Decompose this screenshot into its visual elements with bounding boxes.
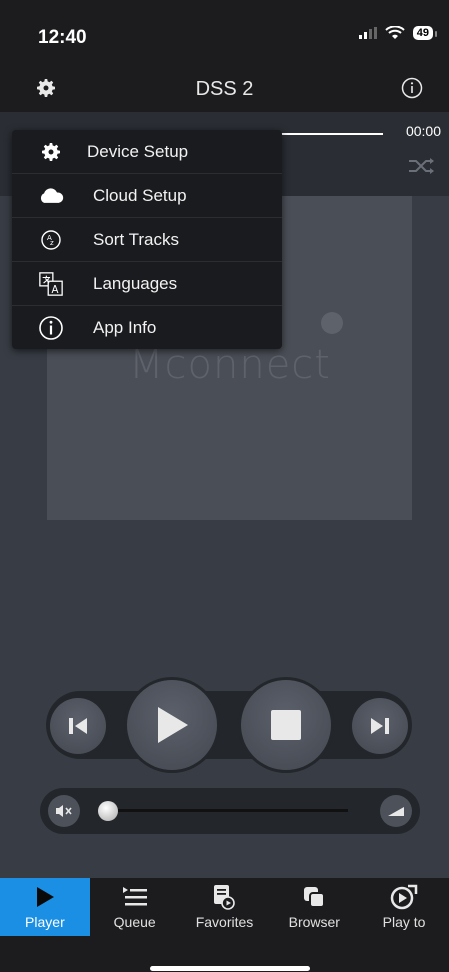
app-header: DSS 2 [0,70,449,112]
tab-play-to[interactable]: Play to [359,878,449,936]
volume-bar [40,788,420,834]
menu-item-label: App Info [93,318,157,337]
queue-icon [90,884,180,910]
status-icons: 49 [358,26,438,40]
stop-button[interactable] [241,680,331,770]
menu-item-app-info[interactable]: App Info [12,306,282,350]
svg-text:z: z [50,239,54,247]
cloud-icon [38,183,64,209]
sort-az-icon: A z [38,227,64,253]
signal-icon [358,27,377,39]
mconnect-logo: Mconnect [47,342,412,397]
svg-text:A: A [51,284,58,295]
tab-label: Browser [288,914,340,930]
shuffle-icon[interactable] [407,156,437,181]
tab-queue[interactable]: Queue [90,878,180,936]
time-end: 00:00 [405,123,441,139]
tab-label: Favorites [195,914,254,930]
menu-item-label: Languages [93,273,178,293]
previous-button[interactable] [50,698,106,754]
favorites-icon [180,884,270,910]
tab-browser[interactable]: Browser [269,878,359,936]
volume-max-button[interactable] [380,795,412,827]
status-bar: 12:40 49 [0,0,449,70]
mute-button[interactable] [48,795,80,827]
menu-item-label: Cloud Setup [93,185,187,205]
battery-indicator: 49 [412,26,438,40]
browser-icon [269,884,359,910]
player-icon [0,884,90,910]
previous-icon [69,718,87,734]
home-indicator-area [0,936,449,972]
tab-label: Player [25,914,65,930]
info-icon [38,315,64,341]
volume-thumb[interactable] [98,801,118,821]
volume-up-icon [388,807,404,816]
bottom-tab-bar: Player Queue Favorites Browser Play to [0,878,449,936]
volume-track[interactable] [98,809,348,812]
menu-item-languages[interactable]: A Languages [12,262,282,306]
tab-favorites[interactable]: Favorites [180,878,270,936]
transport-controls [46,676,412,774]
menu-item-sort-tracks[interactable]: A z Sort Tracks [12,218,282,262]
mute-icon [56,805,72,817]
next-button[interactable] [352,698,408,754]
menu-item-label: Sort Tracks [93,229,179,249]
device-title: DSS 2 [195,78,254,100]
play-icon [158,707,188,743]
language-icon: A [38,271,64,297]
play-to-icon [359,884,449,910]
play-button[interactable] [127,680,217,770]
tab-label: Queue [113,914,156,930]
home-indicator[interactable] [150,966,310,971]
gear-icon [38,139,64,165]
menu-item-device-setup[interactable]: Device Setup [12,130,282,174]
status-time: 12:40 [38,27,87,48]
settings-dropdown-menu: Device Setup Cloud Setup A z Sort Tracks… [12,130,282,349]
menu-item-label: Device Setup [87,141,189,161]
tab-player[interactable]: Player [0,878,90,936]
menu-item-cloud-setup[interactable]: Cloud Setup [12,174,282,218]
wifi-icon [385,26,405,39]
info-icon[interactable] [401,77,423,104]
tab-label: Play to [382,914,426,930]
logo-dot [321,312,343,334]
next-icon [371,718,389,734]
stop-icon [271,710,301,740]
